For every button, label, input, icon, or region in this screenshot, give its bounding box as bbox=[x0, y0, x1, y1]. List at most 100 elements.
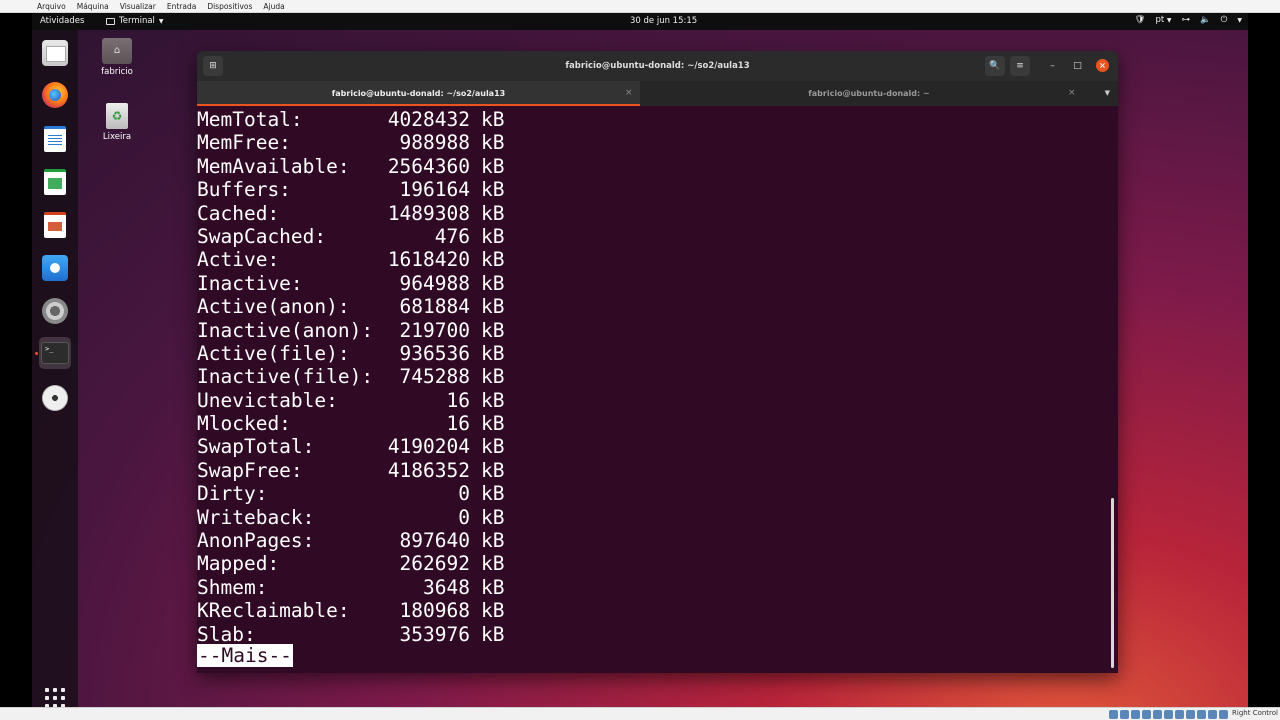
terminal-output[interactable]: MemTotal: 4028432 kB MemFree: 988988 kB MemAva… bbox=[197, 106, 1118, 673]
meminfo-unit: kB bbox=[481, 365, 505, 389]
shield-icon[interactable]: 🛡 bbox=[1135, 15, 1146, 25]
meminfo-unit: kB bbox=[481, 412, 505, 436]
mouse-icon bbox=[1208, 710, 1217, 719]
vbox-menu-visualizar[interactable]: Visualizar bbox=[120, 0, 156, 13]
optical-icon bbox=[1120, 710, 1129, 719]
terminal-window: ⊞ fabricio@ubuntu-donald: ~/so2/aula13 🔍… bbox=[197, 51, 1118, 673]
close-button[interactable]: × bbox=[1096, 59, 1109, 72]
system-tray[interactable]: 🛡 pt ▼ ⊶ 🔈 ⏻ ▼ bbox=[1135, 15, 1242, 25]
meminfo-line: Inactive(file): 745288 kB bbox=[197, 365, 517, 388]
dock-impress[interactable] bbox=[39, 209, 71, 241]
meminfo-unit: kB bbox=[481, 154, 505, 178]
show-applications-button[interactable] bbox=[45, 688, 65, 707]
dock-dvd[interactable] bbox=[39, 382, 71, 414]
shared-folder-icon bbox=[1164, 710, 1173, 719]
meminfo-value: 196164 bbox=[399, 178, 470, 202]
volume-icon: 🔈 bbox=[1200, 15, 1211, 25]
meminfo-line: AnonPages: 897640 kB bbox=[197, 529, 517, 552]
vbox-menu-entrada[interactable]: Entrada bbox=[167, 0, 196, 13]
app-menu-button[interactable]: Terminal ▼ bbox=[106, 16, 164, 26]
vbox-menu-ajuda[interactable]: Ajuda bbox=[263, 0, 284, 13]
desktop-home-folder[interactable]: ⌂ fabricio bbox=[87, 38, 147, 77]
meminfo-value: 745288 bbox=[399, 365, 470, 389]
hamburger-menu-button[interactable]: ≡ bbox=[1010, 56, 1030, 76]
meminfo-unit: kB bbox=[481, 248, 505, 272]
meminfo-value: 476 bbox=[434, 224, 470, 248]
vbox-menu-dispositivos[interactable]: Dispositivos bbox=[207, 0, 252, 13]
meminfo-line: Mlocked: 16 kB bbox=[197, 412, 517, 435]
meminfo-line: Active(file): 936536 kB bbox=[197, 342, 517, 365]
meminfo-value: 0 bbox=[458, 482, 470, 506]
clock[interactable]: 30 de jun 15:15 bbox=[630, 16, 697, 26]
close-icon: × bbox=[1099, 61, 1106, 70]
system-menu-chevron-icon: ▼ bbox=[1237, 16, 1242, 24]
meminfo-line: MemFree: 988988 kB bbox=[197, 131, 517, 154]
power-icon: ⏻ bbox=[1220, 15, 1228, 25]
meminfo-unit: kB bbox=[481, 622, 505, 646]
meminfo-key: Active(anon): bbox=[197, 295, 350, 319]
dock-terminal[interactable]: >_ bbox=[39, 337, 71, 369]
meminfo-line: Active: 1618420 kB bbox=[197, 248, 517, 271]
meminfo-key: KReclaimable: bbox=[197, 599, 350, 623]
minimize-button[interactable]: – bbox=[1046, 60, 1059, 73]
meminfo-value: 353976 bbox=[399, 622, 470, 646]
guest-desktop: Atividades Terminal ▼ 30 de jun 15:15 🛡 … bbox=[32, 13, 1248, 707]
meminfo-value: 16 bbox=[446, 388, 470, 412]
meminfo-key: Shmem: bbox=[197, 575, 268, 599]
terminal-icon: >_ bbox=[41, 342, 69, 364]
meminfo-value: 262692 bbox=[399, 552, 470, 576]
meminfo-key: Inactive: bbox=[197, 271, 303, 295]
meminfo-key: SwapTotal: bbox=[197, 435, 315, 459]
close-tab-icon[interactable]: × bbox=[1068, 81, 1076, 106]
meminfo-value: 180968 bbox=[399, 599, 470, 623]
meminfo-key: SwapFree: bbox=[197, 458, 303, 482]
meminfo-key: Unevictable: bbox=[197, 388, 338, 412]
keyboard-layout-indicator[interactable]: pt ▼ bbox=[1155, 15, 1171, 25]
host-key-label: Right Control bbox=[1232, 709, 1278, 717]
scrollbar[interactable] bbox=[1111, 498, 1114, 668]
meminfo-unit: kB bbox=[481, 482, 505, 506]
dock-files[interactable] bbox=[39, 37, 71, 69]
trash-icon: ♻ bbox=[106, 103, 128, 129]
meminfo-line: MemTotal: 4028432 kB bbox=[197, 108, 517, 131]
meminfo-value: 4028432 bbox=[387, 108, 470, 131]
maximize-button[interactable]: □ bbox=[1071, 60, 1084, 73]
meminfo-unit: kB bbox=[481, 201, 505, 225]
tabs-menu-chevron-icon[interactable]: ▼ bbox=[1105, 89, 1110, 97]
app-menu-label: Terminal bbox=[119, 16, 155, 26]
dock-calc[interactable] bbox=[39, 166, 71, 198]
vbox-device-icons[interactable] bbox=[1109, 710, 1228, 719]
meminfo-key: Slab: bbox=[197, 622, 256, 646]
dock-software[interactable] bbox=[39, 252, 71, 284]
dock-firefox[interactable] bbox=[39, 79, 71, 111]
meminfo-unit: kB bbox=[481, 552, 505, 576]
meminfo-value: 3648 bbox=[423, 575, 470, 599]
meminfo-key: AnonPages: bbox=[197, 529, 315, 553]
vbox-menu-arquivo[interactable]: Arquivo bbox=[37, 0, 66, 13]
dvd-icon bbox=[42, 385, 68, 411]
desktop-trash[interactable]: ♻ Lixeira bbox=[87, 103, 147, 142]
meminfo-value: 16 bbox=[446, 412, 470, 436]
settings-icon bbox=[42, 298, 68, 324]
meminfo-key: Dirty: bbox=[197, 482, 268, 506]
meminfo-key: Mapped: bbox=[197, 552, 280, 576]
vbox-menu-maquina[interactable]: Máquina bbox=[77, 0, 109, 13]
search-button[interactable]: 🔍 bbox=[985, 56, 1005, 76]
meminfo-output: MemTotal: 4028432 kB MemFree: 988988 kB MemAva… bbox=[197, 108, 517, 646]
tab-home[interactable]: fabricio@ubuntu-donald: ~ × bbox=[640, 81, 1098, 106]
activities-button[interactable]: Atividades bbox=[40, 16, 84, 26]
meminfo-unit: kB bbox=[481, 131, 505, 155]
meminfo-unit: kB bbox=[481, 271, 505, 295]
close-tab-icon[interactable]: × bbox=[625, 81, 633, 106]
recording-icon bbox=[1186, 710, 1195, 719]
dock-writer[interactable] bbox=[39, 123, 71, 155]
meminfo-value: 897640 bbox=[399, 529, 470, 553]
vbox-menubar: Arquivo Máquina Visualizar Entrada Dispo… bbox=[0, 0, 1280, 13]
meminfo-key: MemFree: bbox=[197, 131, 291, 155]
tab-aula13[interactable]: fabricio@ubuntu-donald: ~/so2/aula13 × bbox=[197, 81, 640, 106]
dock-settings[interactable] bbox=[39, 295, 71, 327]
meminfo-line: SwapCached: 476 kB bbox=[197, 225, 517, 248]
meminfo-line: Cached: 1489308 kB bbox=[197, 202, 517, 225]
network-icon: ⊶ bbox=[1181, 15, 1191, 25]
chevron-down-icon: ▼ bbox=[1166, 17, 1172, 24]
